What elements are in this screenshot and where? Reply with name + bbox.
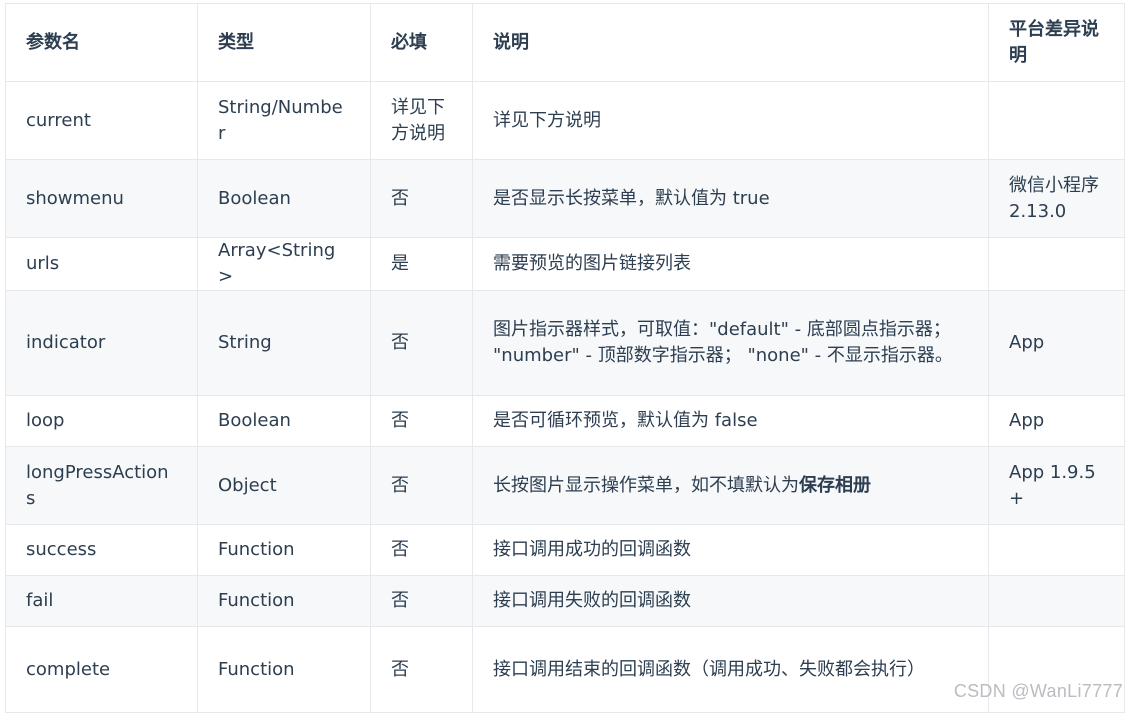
param-platform: App 1.9.5+ <box>988 446 1125 525</box>
param-platform: App <box>988 290 1125 396</box>
description-strong-text: 保存相册 <box>799 474 871 496</box>
table-row: fail Function 否 接口调用失败的回调函数 <box>5 575 1125 627</box>
description-text: 接口调用成功的回调函数 <box>493 539 691 560</box>
param-platform <box>988 237 1125 291</box>
table-header-row: 参数名 类型 必填 说明 平台差异说明 <box>5 3 1125 82</box>
header-type: 类型 <box>197 3 371 82</box>
param-description: 详见下方说明 <box>472 81 989 160</box>
header-platform: 平台差异说明 <box>988 3 1125 82</box>
param-name: complete <box>5 626 198 713</box>
param-name: success <box>5 524 198 576</box>
param-platform <box>988 524 1125 576</box>
param-name: urls <box>5 237 198 291</box>
param-description: 图片指示器样式，可取值："default" - 底部圆点指示器； "number… <box>472 290 989 396</box>
table-row: indicator String 否 图片指示器样式，可取值："default"… <box>5 290 1125 396</box>
param-required: 否 <box>370 290 473 396</box>
param-type: Function <box>197 626 371 713</box>
param-description: 是否可循环预览，默认值为 false <box>472 395 989 447</box>
param-description: 接口调用失败的回调函数 <box>472 575 989 627</box>
param-required: 详见下方说明 <box>370 81 473 160</box>
description-text: 长按图片显示操作菜单，如不填默认为 <box>493 474 799 496</box>
param-platform <box>988 81 1125 160</box>
param-type: Object <box>197 446 371 525</box>
description-text: 是否显示长按菜单，默认值为 true <box>493 187 770 209</box>
description-text: 接口调用结束的回调函数（调用成功、失败都会执行） <box>493 658 925 680</box>
header-name: 参数名 <box>5 3 198 82</box>
description-text: 图片指示器样式，可取值："default" - 底部圆点指示器； "number… <box>493 319 953 366</box>
table-row: showmenu Boolean 否 是否显示长按菜单，默认值为 true 微信… <box>5 159 1125 238</box>
param-name: fail <box>5 575 198 627</box>
param-type: Boolean <box>197 395 371 447</box>
description-text: 需要预览的图片链接列表 <box>493 253 691 274</box>
description-text: 接口调用失败的回调函数 <box>493 590 691 611</box>
table-row: complete Function 否 接口调用结束的回调函数（调用成功、失败都… <box>5 626 1125 713</box>
param-required: 否 <box>370 524 473 576</box>
param-type: Boolean <box>197 159 371 238</box>
param-description: 长按图片显示操作菜单，如不填默认为保存相册 <box>472 446 989 525</box>
param-name: indicator <box>5 290 198 396</box>
param-type: Function <box>197 575 371 627</box>
param-platform <box>988 575 1125 627</box>
param-name: showmenu <box>5 159 198 238</box>
table-row: longPressActions Object 否 长按图片显示操作菜单，如不填… <box>5 446 1125 525</box>
param-type: String <box>197 290 371 396</box>
param-required: 否 <box>370 575 473 627</box>
api-params-table: 参数名 类型 必填 说明 平台差异说明 current String/Numbe… <box>5 3 1125 713</box>
param-name: loop <box>5 395 198 447</box>
param-description: 接口调用成功的回调函数 <box>472 524 989 576</box>
param-name: current <box>5 81 198 160</box>
header-required: 必填 <box>370 3 473 82</box>
table-row: success Function 否 接口调用成功的回调函数 <box>5 524 1125 576</box>
table-row: urls Array<String> 是 需要预览的图片链接列表 <box>5 237 1125 291</box>
description-text: 是否可循环预览，默认值为 false <box>493 410 758 431</box>
param-description: 是否显示长按菜单，默认值为 true <box>472 159 989 238</box>
param-required: 否 <box>370 626 473 713</box>
param-required: 是 <box>370 237 473 291</box>
table-row: loop Boolean 否 是否可循环预览，默认值为 false App <box>5 395 1125 447</box>
param-description: 接口调用结束的回调函数（调用成功、失败都会执行） <box>472 626 989 713</box>
param-platform: App <box>988 395 1125 447</box>
param-required: 否 <box>370 446 473 525</box>
param-required: 否 <box>370 159 473 238</box>
param-description: 需要预览的图片链接列表 <box>472 237 989 291</box>
param-name: longPressActions <box>5 446 198 525</box>
param-type: String/Number <box>197 81 371 160</box>
param-platform: 微信小程序2.13.0 <box>988 159 1125 238</box>
param-type: Array<String> <box>197 237 371 291</box>
param-required: 否 <box>370 395 473 447</box>
header-description: 说明 <box>472 3 989 82</box>
param-platform <box>988 626 1125 713</box>
param-type: Function <box>197 524 371 576</box>
description-text: 详见下方说明 <box>493 109 601 131</box>
table-row: current String/Number 详见下方说明 详见下方说明 <box>5 81 1125 160</box>
